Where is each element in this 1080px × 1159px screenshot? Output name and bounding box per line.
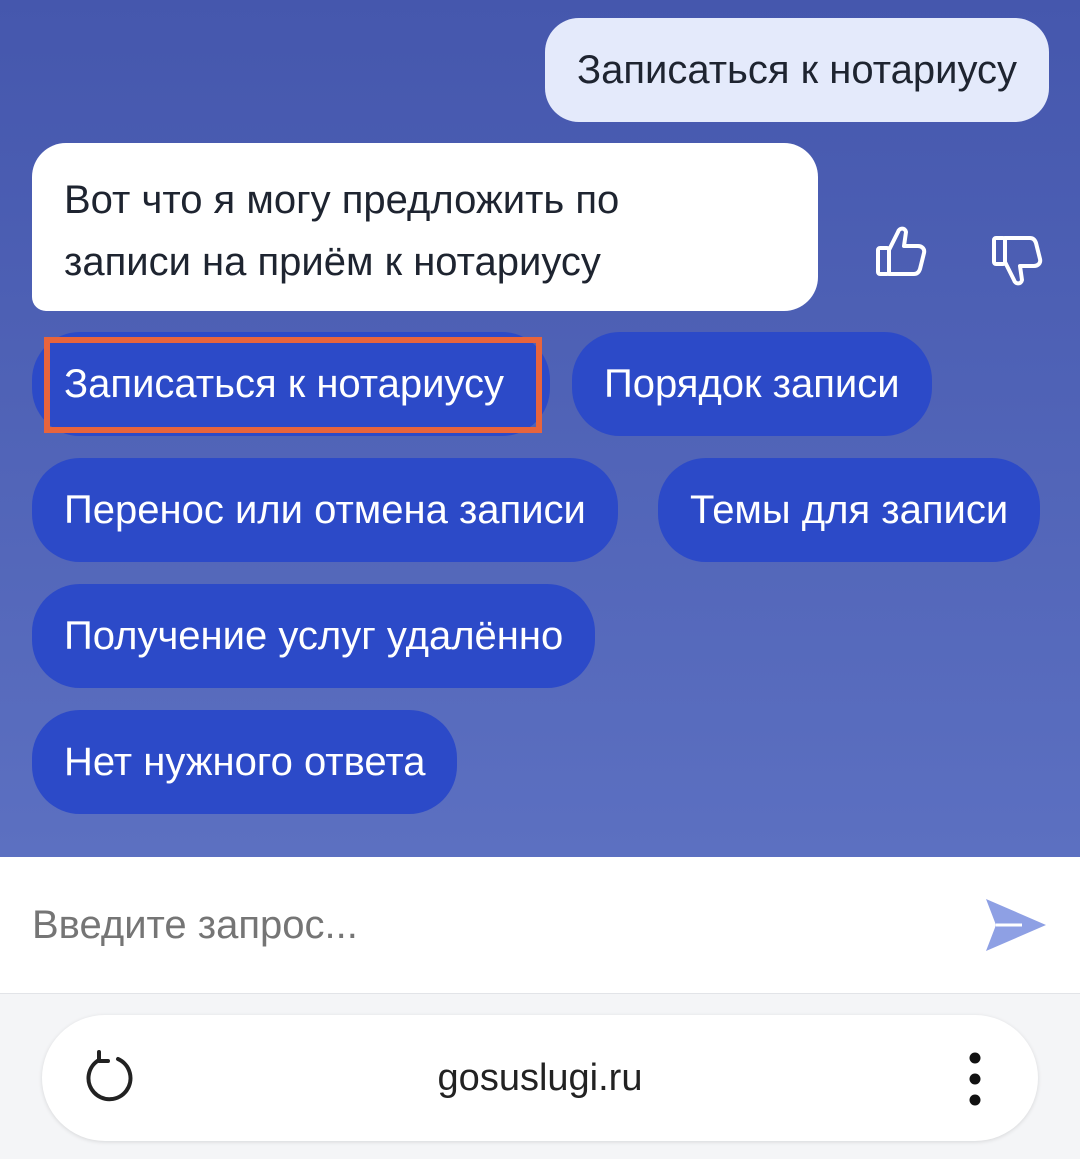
chip-booking-procedure[interactable]: Порядок записи [572,332,932,436]
chip-reschedule-cancel[interactable]: Перенос или отмена записи [32,458,618,562]
browser-bottom-bar: gosuslugi.ru [0,994,1080,1159]
chip-book-notary[interactable]: Записаться к нотариусу [32,332,550,436]
chip-label: Темы для записи [690,488,1009,532]
more-vertical-icon[interactable] [968,1051,982,1107]
send-icon[interactable] [984,895,1048,955]
url-text: gosuslugi.ru [437,1057,643,1099]
chip-label: Нет нужного ответа [64,740,426,784]
thumbs-up-icon[interactable] [874,222,928,282]
chip-remote-services[interactable]: Получение услуг удалённо [32,584,596,688]
bot-message-line: Вот что я могу предложить по [64,178,620,222]
bot-message-bubble: Вот что я могу предложить по записи на п… [32,143,818,311]
chip-label: Записаться к нотариусу [64,362,505,406]
chip-label: Получение услуг удалённо [64,614,564,658]
user-message-bubble: Записаться к нотариусу [544,18,1049,122]
chip-booking-topics[interactable]: Темы для записи [658,458,1041,562]
message-input[interactable] [32,857,932,993]
chip-label: Порядок записи [604,362,900,406]
thumbs-down-icon[interactable] [990,232,1044,292]
user-message-text: Записаться к нотариусу [576,48,1017,92]
chat-area: Записаться к нотариусу Вот что я могу пр… [0,0,1080,857]
address-bar[interactable]: gosuslugi.ru [42,1015,1038,1141]
message-input-bar [0,857,1080,994]
bot-message-line: записи на приём к нотариусу [64,240,601,284]
chip-label: Перенос или отмена записи [64,488,586,532]
chip-no-answer[interactable]: Нет нужного ответа [32,710,458,814]
